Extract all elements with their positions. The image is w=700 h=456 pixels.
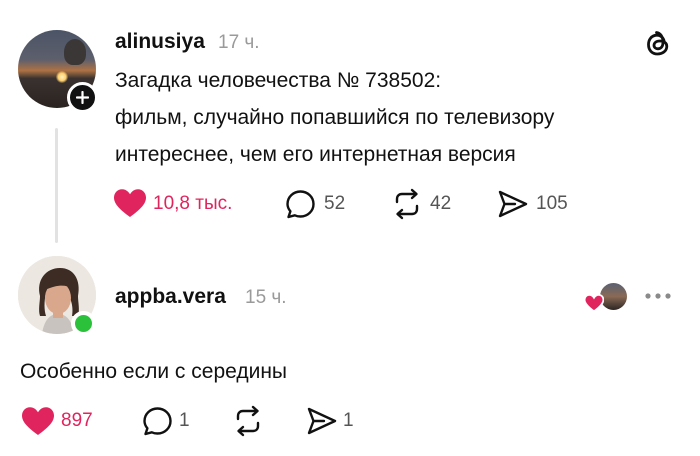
ellipsis-icon <box>645 293 671 299</box>
post-text-line: интереснее, чем его интернетная версия <box>115 143 516 166</box>
online-status-indicator <box>71 311 96 336</box>
like-count: 10,8 тыс. <box>153 193 233 214</box>
share-count: 1 <box>343 410 354 431</box>
post-text-line: фильм, случайно попавшийся по телевизору <box>115 106 555 129</box>
send-icon[interactable] <box>497 189 529 219</box>
repost-count: 42 <box>430 193 452 214</box>
heart-icon <box>584 294 604 312</box>
speech-bubble-icon[interactable] <box>142 406 173 437</box>
repost-icon[interactable] <box>391 188 423 220</box>
post-text: Особенно если с середины <box>20 360 288 383</box>
thread-line <box>55 128 58 243</box>
send-icon[interactable] <box>306 406 338 436</box>
post-time: 17 ч. <box>218 32 260 53</box>
more-options-button[interactable] <box>643 281 673 311</box>
follow-button[interactable] <box>67 82 98 113</box>
share-count: 105 <box>536 193 568 214</box>
plus-icon <box>76 91 89 104</box>
heart-icon[interactable] <box>113 188 147 218</box>
speech-bubble-icon[interactable] <box>285 189 316 220</box>
heart-icon[interactable] <box>21 406 55 436</box>
avatar-sun <box>56 71 68 83</box>
username[interactable]: alinusiya <box>115 30 205 54</box>
post-text-line: Загадка человечества № 738502: <box>115 69 442 92</box>
post-time: 15 ч. <box>245 287 287 308</box>
avatar-figure <box>64 39 86 65</box>
like-count: 897 <box>61 410 93 431</box>
username[interactable]: appba.vera <box>115 285 226 309</box>
reply-count: 52 <box>324 193 346 214</box>
reply-count: 1 <box>179 410 190 431</box>
author-liked-avatar <box>600 283 627 310</box>
threads-logo-icon[interactable] <box>643 28 673 60</box>
repost-icon[interactable] <box>232 405 264 437</box>
